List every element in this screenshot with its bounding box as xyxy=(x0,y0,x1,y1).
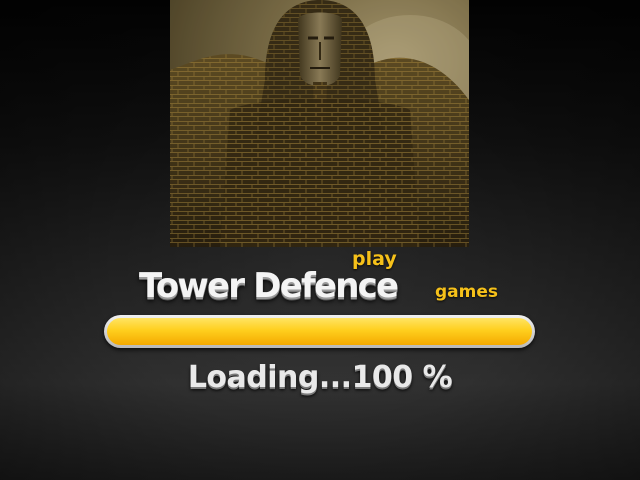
logo-title-text: Tower Defence xyxy=(139,266,399,306)
game-logo[interactable]: play Tower Defence games xyxy=(0,248,640,308)
loading-status-text: Loading...100 % xyxy=(187,360,453,395)
loading-progress-fill xyxy=(107,318,532,345)
sphinx-pharaoh-icon xyxy=(170,0,469,247)
splash-artwork xyxy=(170,0,469,247)
logo-games-text: games xyxy=(435,282,499,302)
loading-progress-bar xyxy=(104,315,535,348)
